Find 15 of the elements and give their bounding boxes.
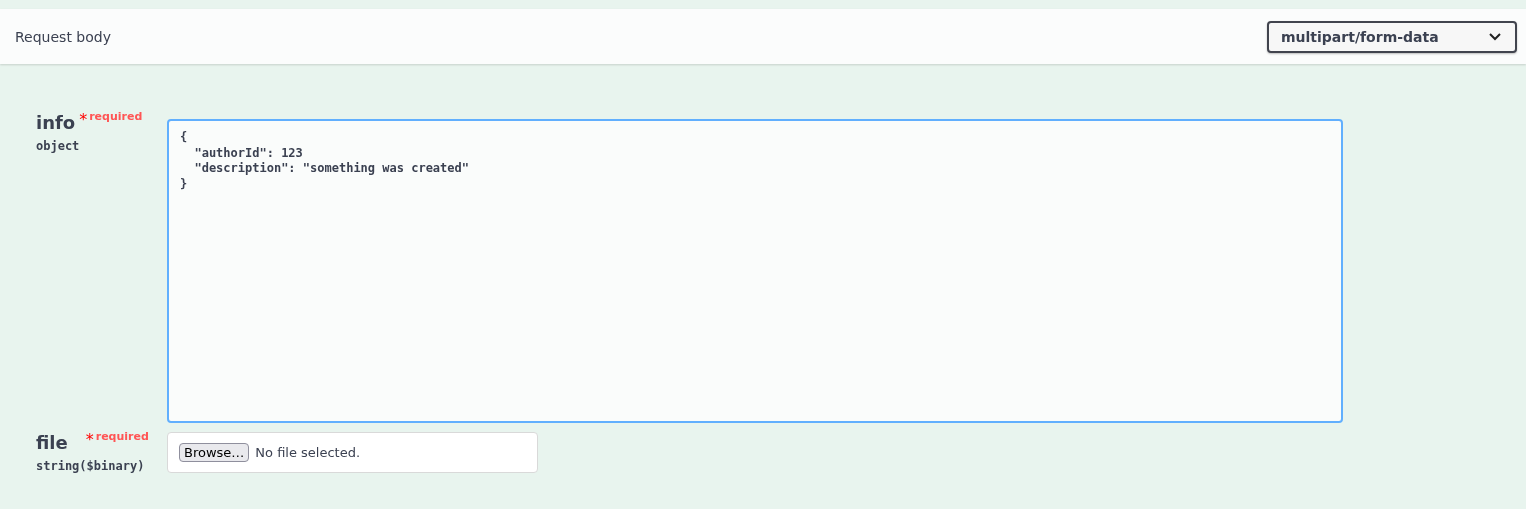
chevron-down-icon (1489, 32, 1501, 41)
parameter-name: info (36, 112, 76, 133)
content-type-dropdown[interactable]: multipart/form-data (1267, 20, 1517, 53)
json-input-field[interactable]: { "authorId": 123 "description": "something was created" } (167, 119, 1343, 423)
required-label: required (89, 110, 143, 123)
file-input-field[interactable]: Browse… No file selected. (167, 432, 538, 473)
section-title: Request body (15, 28, 111, 45)
parameter-type: object (36, 139, 81, 153)
required-asterisk: * (85, 430, 94, 449)
required-asterisk: * (79, 110, 88, 129)
file-status: No file selected. (255, 445, 361, 460)
parameter-name: file (36, 432, 68, 453)
required-label: required (95, 430, 149, 443)
browse-button[interactable]: Browse… (179, 443, 250, 462)
parameter-type: string($binary) (36, 459, 146, 473)
